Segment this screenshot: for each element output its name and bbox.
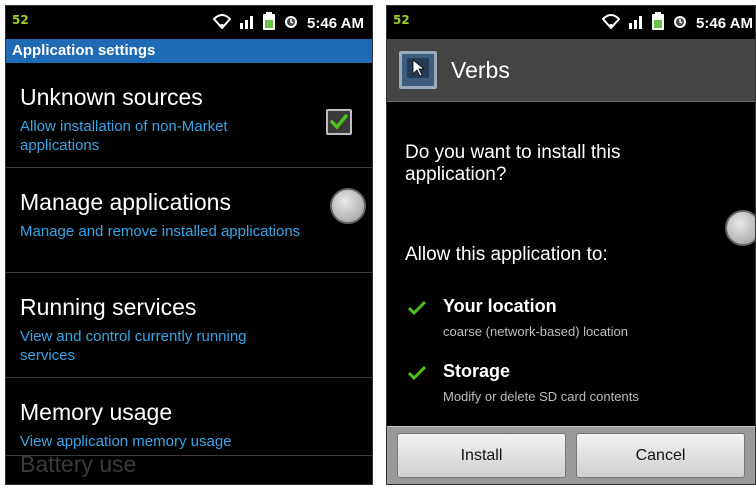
setting-battery-use-partial[interactable]: Battery use xyxy=(20,451,136,478)
wifi-icon xyxy=(212,13,232,33)
settings-screen: 52 5:46 AM Application settings Unknown … xyxy=(5,5,373,485)
touch-indicator xyxy=(330,188,366,224)
alarm-icon xyxy=(672,13,688,33)
setting-subtitle: Manage and remove installed applications xyxy=(20,223,301,240)
app-header: Verbs xyxy=(387,39,755,102)
setting-running-services[interactable]: Running services View and control curren… xyxy=(6,273,372,378)
settings-list: Unknown sources Allow installation of no… xyxy=(6,63,372,456)
setting-title: Running services xyxy=(20,294,197,320)
cancel-button[interactable]: Cancel xyxy=(576,433,745,478)
permissions-heading: Allow this application to: xyxy=(405,244,608,265)
setting-memory-usage[interactable]: Memory usage View application memory usa… xyxy=(6,378,372,456)
permission-title: Your location xyxy=(443,296,557,316)
permission-description: Modify or delete SD card contents xyxy=(443,389,639,404)
app-icon xyxy=(399,51,437,89)
signal-icon xyxy=(628,13,644,33)
status-time: 5:46 AM xyxy=(696,14,753,32)
install-screen: 52 5:46 AM Verbs Do you want to install … xyxy=(386,5,756,485)
setting-subtitle: Allow installation of non-Market applica… xyxy=(20,118,228,154)
setting-title: Manage applications xyxy=(20,189,231,215)
checkmark-icon xyxy=(407,365,427,381)
unknown-sources-checkbox[interactable] xyxy=(326,109,352,135)
app-name: Verbs xyxy=(451,56,510,83)
touch-indicator xyxy=(725,210,755,246)
permission-description: coarse (network-based) location xyxy=(443,324,628,339)
notification-indicator: 52 xyxy=(393,13,410,27)
signal-icon xyxy=(239,13,255,33)
install-button[interactable]: Install xyxy=(397,433,566,478)
setting-unknown-sources[interactable]: Unknown sources Allow installation of no… xyxy=(6,63,372,168)
setting-title: Unknown sources xyxy=(20,84,203,110)
setting-subtitle: View and control currently running servi… xyxy=(20,328,247,364)
status-time: 5:46 AM xyxy=(307,14,364,32)
install-prompt: Do you want to install this application? xyxy=(405,142,621,185)
section-header: Application settings xyxy=(6,39,372,63)
alarm-icon xyxy=(283,13,299,33)
status-bar: 52 5:46 AM xyxy=(387,6,755,39)
setting-manage-applications[interactable]: Manage applications Manage and remove in… xyxy=(6,168,372,273)
wifi-icon xyxy=(601,13,621,33)
battery-icon xyxy=(652,12,665,34)
permission-title: Storage xyxy=(443,361,511,381)
setting-subtitle: View application memory usage xyxy=(20,433,232,450)
checkmark-icon xyxy=(407,300,427,316)
notification-indicator: 52 xyxy=(12,13,29,27)
battery-icon xyxy=(263,12,276,34)
status-bar: 52 5:46 AM xyxy=(6,6,372,39)
button-bar: Install Cancel xyxy=(387,426,755,484)
setting-title: Memory usage xyxy=(20,399,173,425)
checkmark-icon xyxy=(330,114,348,130)
